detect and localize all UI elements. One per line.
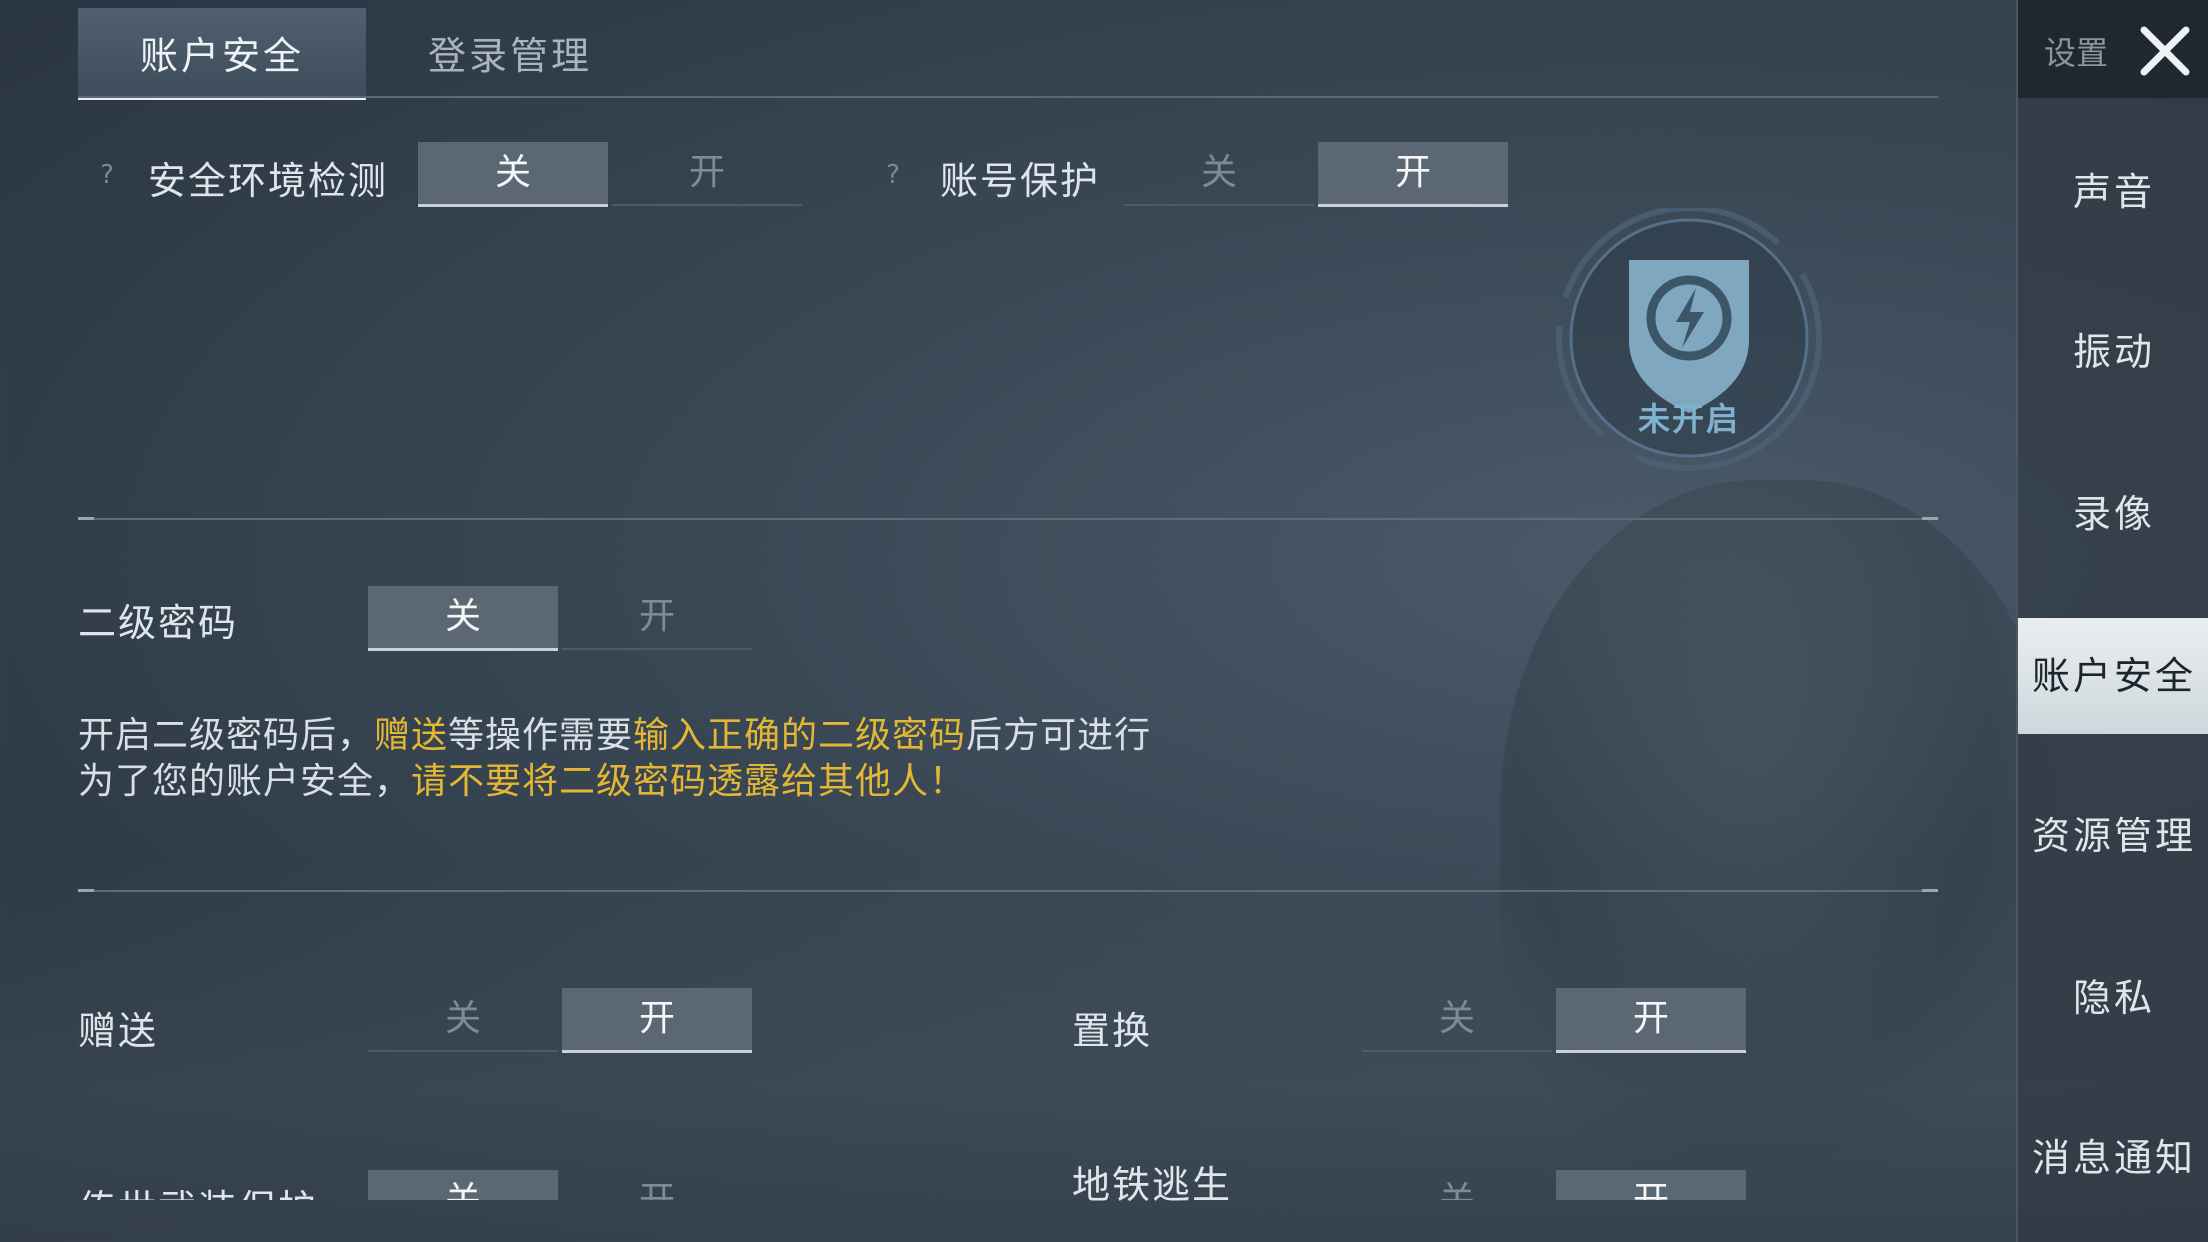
desc-highlight: 赠送: [374, 715, 449, 756]
second-password-toggle: 关 开: [368, 586, 752, 651]
sidebar-item-sound[interactable]: 声音: [2018, 134, 2208, 250]
security-env-label: 安全环境检测: [148, 159, 389, 203]
section-divider: [78, 517, 1938, 520]
account-protect-on-button[interactable]: 开: [1318, 142, 1508, 207]
account-protect-label: 账号保护: [940, 159, 1101, 203]
legacy-weapon-off-button[interactable]: 关: [368, 1170, 558, 1200]
tab-login-management[interactable]: 登录管理: [366, 8, 654, 96]
metro-escape-on-button[interactable]: 开: [1556, 1170, 1746, 1200]
security-env-help-icon[interactable]: ?: [92, 160, 122, 190]
desc-highlight: 输入正确的二级密码: [633, 715, 967, 756]
sidebar-item-privacy[interactable]: 隐私: [2018, 940, 2208, 1056]
sidebar-header: 设置: [2018, 0, 2208, 98]
exchange-on-button[interactable]: 开: [1556, 988, 1746, 1053]
desc-text: 为了您的账户安全，: [78, 761, 412, 802]
metro-escape-toggle: 关 开: [1362, 1170, 1746, 1200]
desc-text: 等操作需要: [448, 715, 634, 756]
sidebar-item-notifications[interactable]: 消息通知: [2018, 1100, 2208, 1216]
desc-text: 开启二级密码后，: [78, 715, 375, 756]
account-protect-help-icon[interactable]: ?: [878, 160, 908, 190]
sidebar-item-resource-management[interactable]: 资源管理: [2018, 778, 2208, 894]
legacy-weapon-toggle: 关 开: [368, 1170, 752, 1200]
security-env-toggle: 关 开: [418, 142, 802, 207]
exchange-off-button[interactable]: 关: [1362, 988, 1552, 1052]
sidebar-item-recording[interactable]: 录像: [2018, 456, 2208, 572]
exchange-label: 置换: [1072, 1009, 1153, 1053]
scroll-clip-area: 传世武装保护 关 开 关 开: [0, 1160, 2016, 1200]
protection-status-emblem: 未开启: [1544, 205, 1834, 498]
close-icon[interactable]: [2136, 22, 2194, 80]
metro-escape-off-button[interactable]: 关: [1362, 1170, 1552, 1200]
tab-underline: [78, 96, 1938, 98]
desc-highlight: 请不要将二级密码透露给其他人！: [411, 761, 967, 802]
section-divider: [78, 889, 1938, 892]
second-password-description-line1: 开启二级密码后，赠送等操作需要输入正确的二级密码后方可进行: [78, 706, 1151, 758]
second-password-off-button[interactable]: 关: [368, 586, 558, 651]
account-protect-toggle: 关 开: [1124, 142, 1508, 207]
gift-off-button[interactable]: 关: [368, 988, 558, 1052]
sidebar-item-vibration[interactable]: 振动: [2018, 294, 2208, 410]
second-password-on-button[interactable]: 开: [562, 586, 752, 650]
gift-label: 赠送: [78, 1009, 159, 1053]
security-env-off-button[interactable]: 关: [418, 142, 608, 207]
second-password-label: 二级密码: [78, 601, 239, 645]
protection-status-text: 未开启: [1637, 400, 1740, 438]
security-env-on-button[interactable]: 开: [612, 142, 802, 206]
gift-on-button[interactable]: 开: [562, 988, 752, 1053]
exchange-toggle: 关 开: [1362, 988, 1746, 1053]
sidebar-item-account-security[interactable]: 账户安全: [2018, 618, 2208, 734]
gift-toggle: 关 开: [368, 988, 752, 1053]
account-protect-off-button[interactable]: 关: [1124, 142, 1314, 206]
legacy-weapon-on-button[interactable]: 开: [562, 1170, 752, 1200]
second-password-description-line2: 为了您的账户安全，请不要将二级密码透露给其他人！: [78, 752, 966, 804]
desc-text: 后方可进行: [966, 715, 1152, 756]
settings-title: 设置: [2044, 34, 2109, 72]
legacy-weapon-label: 传世武装保护: [78, 1178, 318, 1200]
lightning-shield-icon: [1556, 205, 1822, 471]
settings-sidebar: 设置 声音 振动 录像 账户安全 资源管理 隐私 消息通知: [2016, 0, 2208, 1242]
tab-account-security[interactable]: 账户安全: [78, 8, 366, 100]
